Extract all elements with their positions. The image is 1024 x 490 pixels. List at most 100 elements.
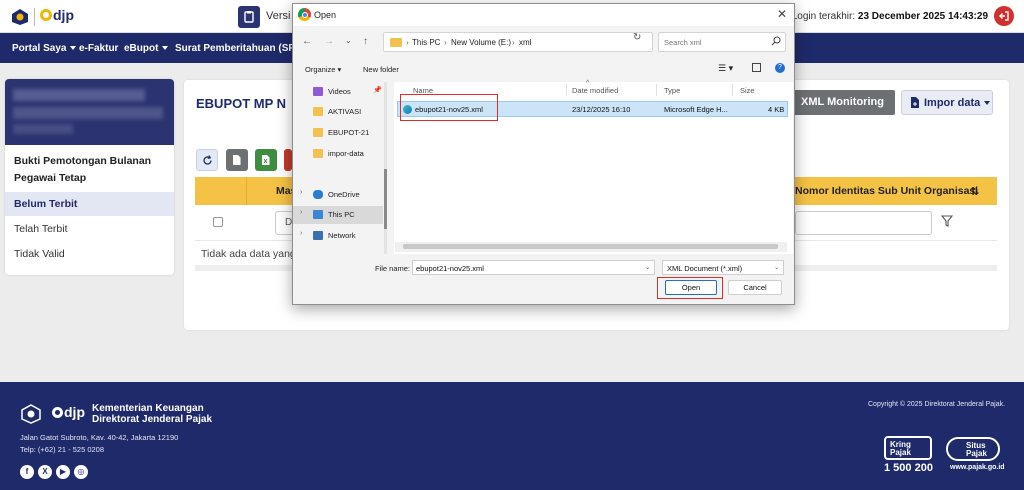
refresh-icon	[203, 155, 212, 165]
horizontal-scrollbar-thumb[interactable]	[403, 244, 778, 249]
version-button[interactable]	[238, 6, 260, 28]
forward-arrow-icon[interactable]: →	[324, 36, 334, 47]
chevron-right-icon[interactable]: ›	[300, 209, 302, 216]
redacted-npwp	[13, 107, 163, 119]
breadcrumb-this-pc[interactable]: This PC	[412, 38, 440, 47]
nav-item-label: This PC	[328, 210, 355, 219]
facebook-icon[interactable]: f	[20, 465, 34, 479]
up-arrow-icon[interactable]: ↑	[363, 36, 368, 47]
nav-ebupot[interactable]: eBupot	[124, 43, 169, 54]
footer-telp: Telp: (+62) 21 - 525 0208	[20, 445, 105, 454]
nav-item-label: impor-data	[328, 149, 364, 158]
sort-icon[interactable]: ⇅	[970, 185, 979, 198]
kring-line2: Pajak	[890, 448, 911, 457]
cancel-button[interactable]: Cancel	[728, 280, 782, 295]
kring-pajak-badge[interactable]: Kring Pajak	[884, 436, 932, 460]
chevron-down-icon	[70, 46, 77, 50]
document-button[interactable]	[226, 149, 248, 171]
pdf-button[interactable]	[284, 149, 292, 171]
last-login: Login terakhir: 23 December 2025 14:43:2…	[792, 11, 988, 22]
col-size[interactable]: Size	[740, 86, 755, 95]
nav-item-this-pc[interactable]: › This PC	[293, 206, 383, 224]
chevron-right-icon[interactable]: ›	[300, 189, 302, 196]
chevron-right-icon: ›	[512, 38, 515, 47]
nav-scrollbar-thumb[interactable]	[384, 169, 387, 229]
th-checkbox	[195, 177, 247, 205]
folder-icon	[313, 149, 323, 158]
preview-pane-icon[interactable]	[752, 63, 761, 72]
excel-icon	[262, 155, 270, 165]
nav-item-ebupot-21[interactable]: EBUPOT-21	[293, 124, 383, 142]
djp-footer-logo-text: djp	[64, 404, 85, 420]
footer-org-line1: Kementerian Keuangan	[92, 403, 204, 414]
impor-data-button[interactable]: Impor data	[901, 90, 993, 115]
col-date-modified[interactable]: Date modified	[572, 86, 618, 95]
nav-item-impor-data[interactable]: impor-data	[293, 145, 383, 163]
sidebar-item-telah-terbit[interactable]: Telah Terbit	[5, 217, 174, 241]
nav-spt[interactable]: Surat Pemberitahuan (SPT)	[175, 43, 304, 54]
nav-item-label: EBUPOT-21	[328, 128, 370, 137]
nomor-filter-input[interactable]	[795, 211, 932, 235]
file-name-label: File name:	[375, 264, 411, 273]
nav-item-aktivasi[interactable]: AKTIVASI	[293, 103, 383, 121]
nav-e-faktur[interactable]: e-Faktur	[79, 43, 118, 54]
x-twitter-icon[interactable]: X	[38, 465, 52, 479]
kring-pajak-number: 1 500 200	[884, 462, 933, 474]
djp-logo-text: djp	[53, 7, 74, 23]
nav-item-label: Videos	[328, 87, 351, 96]
situs-pajak-url[interactable]: www.pajak.go.id	[950, 464, 1005, 471]
recent-locations-icon[interactable]: ⌄	[345, 36, 352, 45]
back-arrow-icon[interactable]: ←	[302, 36, 312, 47]
folder-icon	[390, 38, 402, 47]
instagram-icon[interactable]: ◎	[74, 465, 88, 479]
search-placeholder: Search xml	[664, 38, 702, 47]
situs-pajak-badge[interactable]: Situs Pajak	[946, 437, 1000, 461]
refresh-icon[interactable]: ↻	[633, 32, 641, 43]
nav-item-videos[interactable]: Videos 📌	[293, 83, 383, 101]
file-date: 23/12/2025 16:10	[572, 105, 631, 114]
breadcrumb-new-volume[interactable]: New Volume (E:)	[451, 38, 511, 47]
refresh-button[interactable]	[196, 149, 218, 171]
sidebar-item-belum-terbit[interactable]: Belum Terbit	[5, 192, 174, 216]
situs-line2: Pajak	[966, 449, 987, 458]
select-all-checkbox[interactable]	[213, 217, 223, 227]
column-divider	[566, 84, 567, 96]
youtube-icon[interactable]: ▶	[56, 465, 70, 479]
file-name-input[interactable]: ebupot21-nov25.xml ⌄	[412, 260, 655, 275]
filter-icon[interactable]	[941, 215, 953, 227]
nav-item-network[interactable]: › Network	[293, 227, 383, 245]
clipboard-icon	[244, 11, 254, 23]
excel-button[interactable]	[255, 149, 277, 171]
djp-footer-logo: djp	[52, 404, 85, 420]
redacted-info	[13, 124, 73, 134]
file-type-select[interactable]: XML Document (*.xml) ⌄	[662, 260, 784, 275]
col-type[interactable]: Type	[664, 86, 680, 95]
address-bar[interactable]: › This PC › New Volume (E:) › xml ⌄	[383, 32, 713, 52]
footer-address: Jalan Gatot Subroto, Kav. 40-42, Jakarta…	[20, 433, 179, 442]
folder-icon	[313, 128, 323, 137]
chevron-down-icon[interactable]: ⌄	[774, 263, 779, 271]
breadcrumb-xml[interactable]: xml	[519, 38, 531, 47]
sidebar-item-tidak-valid[interactable]: Tidak Valid	[5, 242, 174, 266]
file-name-value: ebupot21-nov25.xml	[416, 263, 484, 273]
help-icon[interactable]: ?	[775, 63, 785, 73]
new-folder-button[interactable]: New folder	[363, 65, 399, 74]
chevron-down-icon[interactable]: ⌄	[645, 263, 650, 271]
file-type-value: XML Document (*.xml)	[667, 263, 743, 273]
chevron-right-icon[interactable]: ›	[300, 230, 302, 237]
chevron-right-icon: ›	[406, 38, 409, 47]
nav-portal-saya-label: Portal Saya	[12, 43, 67, 54]
chevron-right-icon: ›	[444, 38, 447, 47]
logout-button[interactable]	[994, 6, 1014, 26]
nav-item-onedrive[interactable]: › OneDrive	[293, 186, 383, 204]
th-nomor-identitas[interactable]: Nomor Identitas Sub Unit Organisasi	[795, 185, 978, 197]
search-input[interactable]: Search xml	[658, 32, 786, 52]
nav-portal-saya[interactable]: Portal Saya	[12, 43, 77, 54]
close-icon[interactable]: ✕	[777, 7, 787, 21]
navigation-pane: Videos 📌 AKTIVASI EBUPOT-21 impor-data › O…	[293, 82, 385, 254]
view-options-icon[interactable]: ☰ ▾	[718, 63, 733, 74]
organize-label: Organize	[305, 65, 336, 74]
column-divider	[732, 84, 733, 96]
xml-monitoring-button[interactable]: XML Monitoring	[790, 90, 895, 115]
organize-menu[interactable]: Organize ▾	[305, 65, 341, 74]
